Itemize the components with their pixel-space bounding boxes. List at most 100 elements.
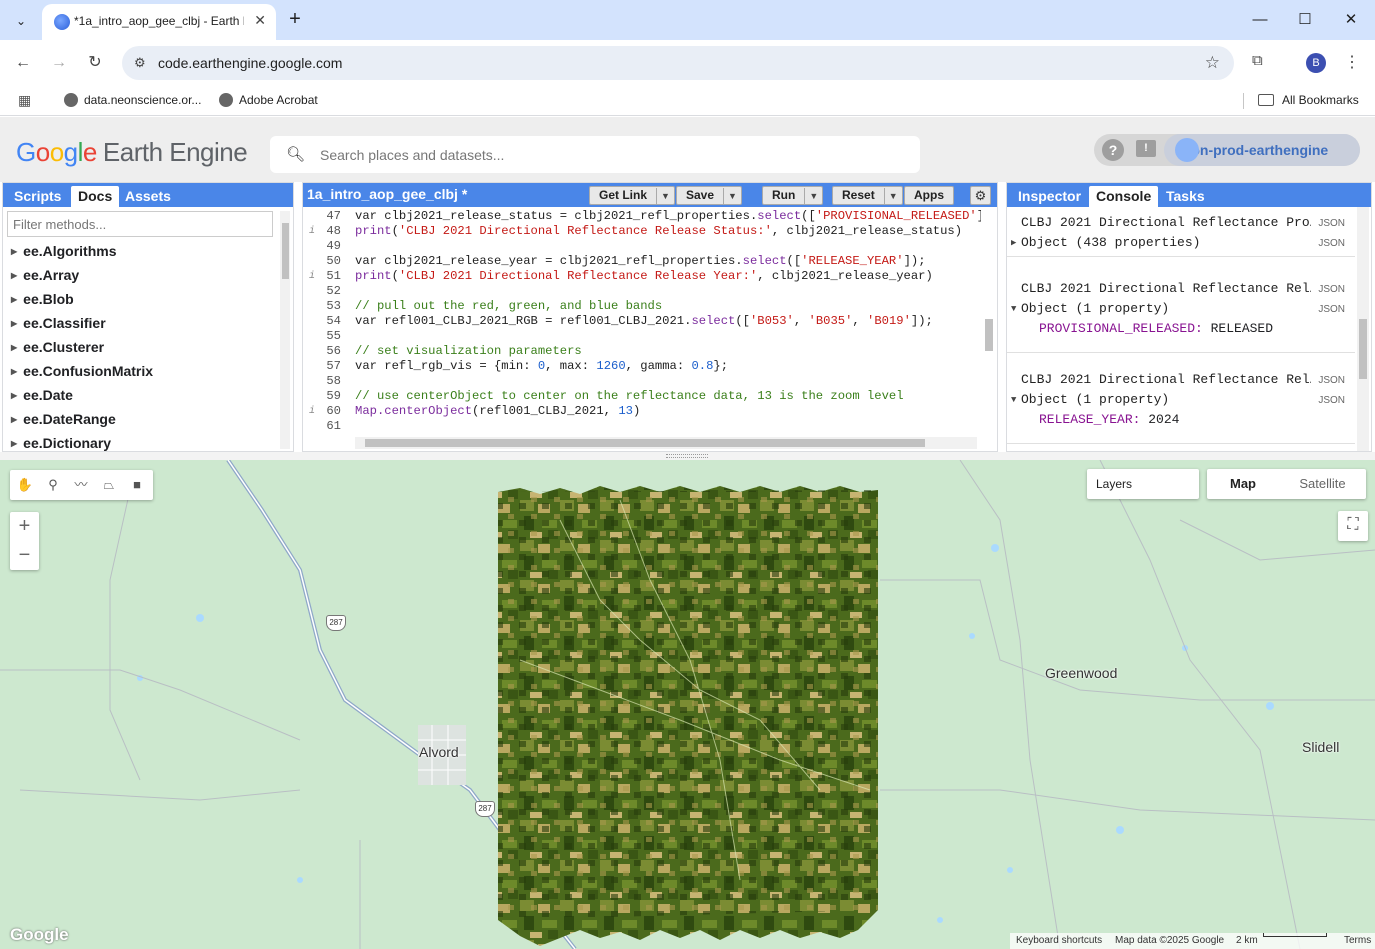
close-tab-icon[interactable]: ✕	[254, 12, 266, 29]
fullscreen-icon[interactable]: ⛶	[1338, 511, 1368, 541]
docs-item[interactable]: ▶ ee.Classifier	[3, 311, 281, 335]
bookmark-neon[interactable]: data.neonscience.or...	[64, 93, 201, 107]
expand-arrow-icon[interactable]: ▶	[11, 415, 17, 424]
docs-scrollbar[interactable]	[280, 211, 290, 449]
gear-icon[interactable]: ⚙	[970, 186, 991, 205]
splitter-grip-icon[interactable]	[666, 454, 708, 458]
expand-arrow-icon[interactable]: ▶	[11, 439, 17, 448]
scale-text[interactable]: 2 km	[1236, 933, 1258, 949]
expand-arrow-icon[interactable]: ▶	[11, 343, 17, 352]
code-area[interactable]: 47 var clbj2021_release_status = clbj2021…	[303, 209, 981, 434]
console-object[interactable]: Object (1 property)	[1021, 392, 1169, 407]
console-object[interactable]: Object (1 property)	[1021, 301, 1169, 316]
apps-button[interactable]: Apps	[904, 186, 954, 205]
code-line[interactable]: 58	[303, 374, 341, 389]
polyline-icon[interactable]: 〰	[71, 476, 91, 494]
project-selector[interactable]: neon-prod-earthengine	[1164, 134, 1360, 166]
reset-button[interactable]: Reset ▼	[832, 186, 903, 205]
docs-item[interactable]: ▶ ee.Algorithms	[3, 239, 281, 263]
scrollbar-thumb[interactable]	[985, 319, 993, 351]
tab-inspector[interactable]: Inspector	[1011, 186, 1088, 207]
address-bar[interactable]: ⚙ code.earthengine.google.com ☆	[122, 46, 1234, 80]
expand-arrow-icon[interactable]: ▶	[11, 391, 17, 400]
run-button[interactable]: Run ▼	[762, 186, 824, 205]
code-line[interactable]: 53 // pull out the red, green, and blue b…	[303, 299, 662, 314]
expand-arrow-icon[interactable]: ▶	[11, 271, 17, 280]
polygon-icon[interactable]: ⏢	[99, 476, 119, 494]
code-line[interactable]: 47 var clbj2021_release_status = clbj2021…	[303, 209, 981, 224]
scrollbar-thumb[interactable]	[1359, 319, 1367, 379]
map-type-map[interactable]: Map	[1207, 469, 1279, 499]
code-line[interactable]: 61	[303, 419, 341, 434]
help-icon[interactable]: ?	[1102, 139, 1124, 161]
console-object[interactable]: Object (438 properties)	[1021, 235, 1200, 250]
chevron-down-icon[interactable]: ▼	[656, 188, 674, 205]
docs-item[interactable]: ▶ ee.DateRange	[3, 407, 281, 431]
tab-scripts[interactable]: Scripts	[7, 186, 68, 207]
save-button[interactable]: Save ▼	[676, 186, 742, 205]
tab-docs[interactable]: Docs	[71, 186, 120, 207]
scrollbar-thumb[interactable]	[365, 439, 925, 447]
keyboard-shortcuts-link[interactable]: Keyboard shortcuts	[1016, 933, 1102, 949]
filter-methods-input[interactable]	[7, 211, 273, 237]
json-link[interactable]: JSON	[1318, 284, 1345, 295]
console-scrollbar[interactable]	[1357, 207, 1369, 451]
forward-arrow-icon[interactable]: →	[48, 52, 70, 74]
code-line[interactable]: i 48 print('CLBJ 2021 Directional Reflecta…	[303, 224, 962, 239]
code-line[interactable]: 55	[303, 329, 341, 344]
zoom-out-button[interactable]: −	[10, 541, 39, 570]
extensions-icon[interactable]: ⧉	[1252, 52, 1272, 72]
bookmark-acrobat[interactable]: Adobe Acrobat	[219, 93, 318, 107]
tab-tasks[interactable]: Tasks	[1159, 186, 1212, 207]
docs-item[interactable]: ▶ ee.Array	[3, 263, 281, 287]
collapsed-arrow-icon[interactable]: ▶	[1011, 238, 1016, 248]
code-line[interactable]: 49	[303, 239, 341, 254]
hand-pan-icon[interactable]: ✋	[15, 476, 35, 494]
rectangle-icon[interactable]: ■	[127, 476, 147, 494]
code-line[interactable]: 50 var clbj2021_release_year = clbj2021_r…	[303, 254, 925, 269]
user-avatar-icon[interactable]	[1175, 138, 1199, 162]
docs-item[interactable]: ▶ ee.Clusterer	[3, 335, 281, 359]
editor-scrollbar[interactable]	[983, 209, 995, 435]
all-bookmarks[interactable]: All Bookmarks	[1258, 93, 1359, 107]
json-link[interactable]: JSON	[1318, 395, 1345, 406]
zoom-in-button[interactable]: +	[10, 512, 39, 541]
new-tab-button[interactable]: +	[283, 7, 307, 31]
terms-link[interactable]: Terms	[1344, 933, 1371, 949]
minimize-button[interactable]: —	[1250, 10, 1270, 30]
code-line[interactable]: 57 var refl_rgb_vis = {min: 0, max: 1260,…	[303, 359, 728, 374]
close-window-button[interactable]: ✕	[1341, 10, 1361, 30]
expanded-arrow-icon[interactable]: ▼	[1011, 395, 1016, 405]
search-input[interactable]	[320, 144, 900, 166]
reload-icon[interactable]: ↻	[84, 52, 106, 74]
json-link[interactable]: JSON	[1318, 304, 1345, 315]
editor-hscrollbar[interactable]	[355, 437, 977, 449]
browser-menu-icon[interactable]: ⋮	[1344, 52, 1360, 72]
code-line[interactable]: 52	[303, 284, 341, 299]
code-line[interactable]: 56 // set visualization parameters	[303, 344, 581, 359]
browser-tab[interactable]: *1a_intro_aop_gee_clbj - Earth Engine ✕	[42, 4, 276, 40]
chevron-down-icon[interactable]: ▼	[723, 188, 741, 205]
layers-button[interactable]: Layers	[1087, 469, 1199, 499]
scrollbar-thumb[interactable]	[282, 223, 289, 279]
json-link[interactable]: JSON	[1318, 375, 1345, 386]
marker-icon[interactable]: ⚲	[43, 476, 63, 494]
json-link[interactable]: JSON	[1318, 218, 1345, 229]
code-line[interactable]: i 51 print('CLBJ 2021 Directional Reflecta…	[303, 269, 933, 284]
get-link-button[interactable]: Get Link ▼	[589, 186, 675, 205]
expanded-arrow-icon[interactable]: ▼	[1011, 304, 1016, 314]
docs-item[interactable]: ▶ ee.ConfusionMatrix	[3, 359, 281, 383]
site-info-icon[interactable]: ⚙	[134, 55, 146, 71]
tab-console[interactable]: Console	[1089, 186, 1159, 207]
map-view[interactable]: Greenwood Alvord Slidell 287 287 ✋ ⚲ 〰 ⏢…	[0, 460, 1375, 949]
tab-assets[interactable]: Assets	[118, 186, 178, 207]
earth-engine-logo[interactable]: Google Earth Engine	[16, 137, 248, 168]
chevron-down-icon[interactable]: ▼	[804, 188, 822, 205]
back-arrow-icon[interactable]: ←	[12, 52, 34, 74]
docs-item[interactable]: ▶ ee.Date	[3, 383, 281, 407]
expand-arrow-icon[interactable]: ▶	[11, 247, 17, 256]
apps-grid-icon[interactable]: ▦	[18, 92, 31, 109]
expand-arrow-icon[interactable]: ▶	[11, 295, 17, 304]
map-type-satellite[interactable]: Satellite	[1279, 469, 1366, 499]
bookmark-star-icon[interactable]: ☆	[1205, 53, 1220, 73]
